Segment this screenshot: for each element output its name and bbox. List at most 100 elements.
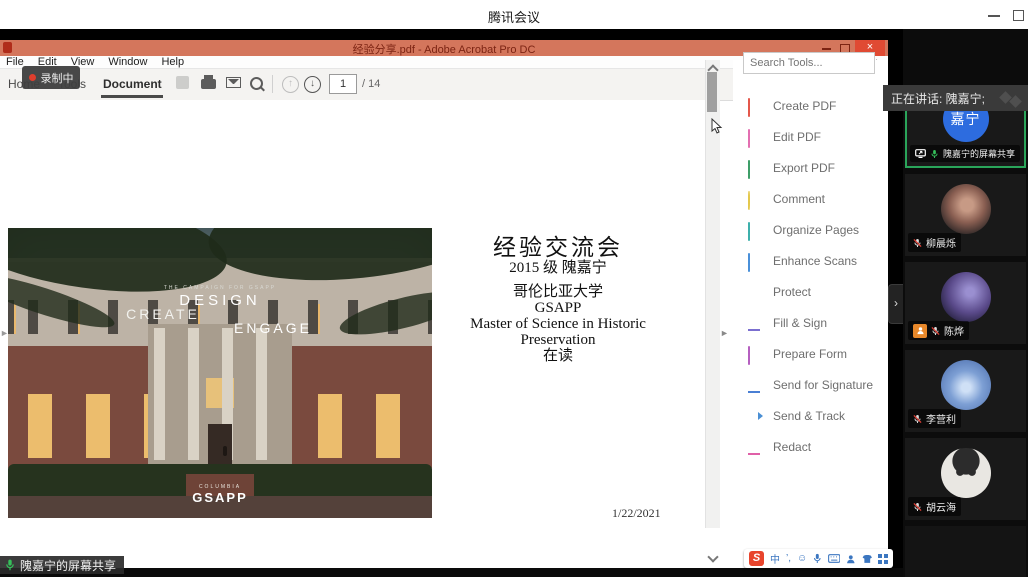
mic-on-icon bbox=[930, 149, 939, 159]
ime-toolbar: S 中 ’, ☺ bbox=[744, 549, 893, 568]
left-panel-expand-icon[interactable]: ► bbox=[0, 328, 9, 338]
pdf-line: Master of Science in Historic bbox=[408, 316, 708, 332]
pdf-body-text: 哥伦比亚大学 GSAPP Master of Science in Histor… bbox=[408, 284, 708, 364]
tool-label: Export PDF bbox=[773, 161, 835, 175]
photo-word-create: CREATE bbox=[108, 306, 218, 322]
tool-label: Enhance Scans bbox=[773, 254, 857, 268]
tool-enhance-scans[interactable]: Enhance Scans bbox=[748, 245, 888, 276]
print-icon[interactable] bbox=[201, 79, 216, 89]
tool-create-pdf[interactable]: Create PDF bbox=[748, 90, 888, 121]
toolbar-divider bbox=[272, 75, 273, 93]
save-icon[interactable] bbox=[176, 76, 189, 89]
tool-send-track[interactable]: Send & Track bbox=[748, 400, 888, 431]
participant-tile[interactable]: 李营利 bbox=[905, 350, 1026, 432]
search-icon[interactable] bbox=[250, 77, 263, 90]
tool-edit-pdf[interactable]: Edit PDF bbox=[748, 121, 888, 152]
pdf-date: 1/22/2021 bbox=[612, 506, 661, 521]
menu-file[interactable]: File bbox=[6, 56, 24, 68]
participant-name-label: 隗嘉宁的屏幕共享 bbox=[910, 145, 1020, 162]
tool-label: Comment bbox=[773, 192, 825, 206]
toolbox-grid-icon[interactable] bbox=[878, 554, 888, 564]
enhance-scans-icon bbox=[748, 254, 762, 268]
tool-fill-sign[interactable]: Fill & Sign bbox=[748, 307, 888, 338]
tool-label: Fill & Sign bbox=[773, 316, 827, 330]
mic-muted-icon bbox=[913, 502, 922, 512]
photo-decor bbox=[208, 424, 232, 464]
screen: 腾讯会议 经验分享.pdf - Adobe Acrobat Pro DC × F… bbox=[0, 0, 1028, 577]
tool-label: Edit PDF bbox=[773, 130, 821, 144]
skin-shirt-icon[interactable] bbox=[862, 554, 873, 564]
tab-document[interactable]: Document bbox=[103, 77, 162, 91]
minimize-icon[interactable] bbox=[988, 15, 1000, 17]
tool-label: Create PDF bbox=[773, 99, 836, 113]
keyboard-icon[interactable] bbox=[828, 554, 840, 563]
tool-label: Send for Signature bbox=[773, 378, 873, 392]
tool-label: Redact bbox=[773, 440, 811, 454]
maximize-icon[interactable] bbox=[1013, 10, 1024, 21]
tool-label: Send & Track bbox=[773, 409, 845, 423]
pdf-line: Preservation bbox=[408, 332, 708, 348]
tool-organize-pages[interactable]: Organize Pages bbox=[748, 214, 888, 245]
meeting-title: 腾讯会议 bbox=[0, 7, 1028, 26]
prepare-form-icon bbox=[748, 347, 762, 361]
email-icon[interactable] bbox=[226, 77, 241, 88]
avatar bbox=[941, 360, 991, 410]
mic-muted-icon bbox=[913, 414, 922, 424]
tool-export-pdf[interactable]: Export PDF bbox=[748, 152, 888, 183]
participant-tile-empty bbox=[905, 526, 1026, 577]
recording-badge: 录制中 bbox=[22, 66, 80, 89]
screen-share-status-label: 隗嘉宁的屏幕共享 bbox=[0, 556, 124, 574]
photo-campaign-text: THE CAMPAIGN FOR GSAPP bbox=[98, 285, 342, 291]
next-page-icon[interactable]: ↓ bbox=[304, 76, 321, 93]
mic-muted-icon bbox=[913, 238, 922, 248]
photo-decor bbox=[223, 446, 227, 456]
mouse-cursor bbox=[711, 118, 723, 134]
tools-list: Create PDF Edit PDF Export PDF Comment O… bbox=[748, 90, 888, 462]
punctuation-icon[interactable]: ’, bbox=[786, 553, 791, 564]
tool-protect[interactable]: Protect bbox=[748, 276, 888, 307]
tool-label: Prepare Form bbox=[773, 347, 847, 361]
send-track-arrow-icon bbox=[748, 409, 762, 423]
bottom-letterbox bbox=[0, 568, 903, 577]
pdf-line: 在读 bbox=[408, 348, 708, 364]
tool-label: Organize Pages bbox=[773, 223, 859, 237]
participant-tile[interactable]: 柳晨烁 bbox=[905, 174, 1026, 256]
comment-icon bbox=[748, 192, 762, 206]
recording-label: 录制中 bbox=[41, 70, 74, 86]
edit-pdf-icon bbox=[748, 130, 762, 144]
sogou-logo-icon[interactable]: S bbox=[749, 551, 764, 566]
pdf-line: GSAPP bbox=[408, 300, 708, 316]
voice-input-icon[interactable] bbox=[813, 553, 822, 564]
tool-comment[interactable]: Comment bbox=[748, 183, 888, 214]
mic-muted-icon bbox=[931, 326, 940, 336]
participant-name: 李营利 bbox=[926, 411, 956, 426]
avatar bbox=[941, 272, 991, 322]
profile-icon[interactable] bbox=[846, 554, 856, 564]
participant-name: 胡云海 bbox=[926, 499, 956, 514]
pdf-line: 哥伦比亚大学 bbox=[408, 284, 708, 300]
recording-dot-icon bbox=[29, 74, 36, 81]
redact-marker-icon bbox=[748, 440, 762, 454]
tool-prepare-form[interactable]: Prepare Form bbox=[748, 338, 888, 369]
tool-redact[interactable]: Redact bbox=[748, 431, 888, 462]
participant-tile[interactable]: 胡云海 bbox=[905, 438, 1026, 520]
emoji-icon[interactable]: ☺ bbox=[797, 553, 807, 564]
speaking-banner-text: 正在讲话: 隗嘉宁; bbox=[891, 90, 985, 107]
chinese-mode-icon[interactable]: 中 bbox=[770, 551, 780, 566]
scrollbar-thumb[interactable] bbox=[707, 72, 717, 112]
tool-send-for-signature[interactable]: Send for Signature bbox=[748, 369, 888, 400]
search-tools-input[interactable] bbox=[743, 52, 875, 74]
page-number-input[interactable]: 1 bbox=[329, 74, 357, 94]
acrobat-minimize-icon[interactable] bbox=[822, 48, 831, 50]
panel-expand-icon[interactable]: ► bbox=[720, 328, 729, 338]
previous-page-icon[interactable]: ↑ bbox=[282, 76, 299, 93]
participant-name-label: 柳晨烁 bbox=[908, 233, 961, 252]
menu-window[interactable]: Window bbox=[108, 56, 147, 68]
avatar bbox=[941, 184, 991, 234]
participant-name: 陈烨 bbox=[944, 323, 964, 338]
participant-tile[interactable]: 陈烨 bbox=[905, 262, 1026, 344]
export-pdf-icon bbox=[748, 161, 762, 175]
speaking-banner: 正在讲话: 隗嘉宁; bbox=[883, 85, 1028, 111]
panel-collapse-tab[interactable]: › bbox=[888, 284, 903, 324]
menu-help[interactable]: Help bbox=[161, 56, 184, 68]
